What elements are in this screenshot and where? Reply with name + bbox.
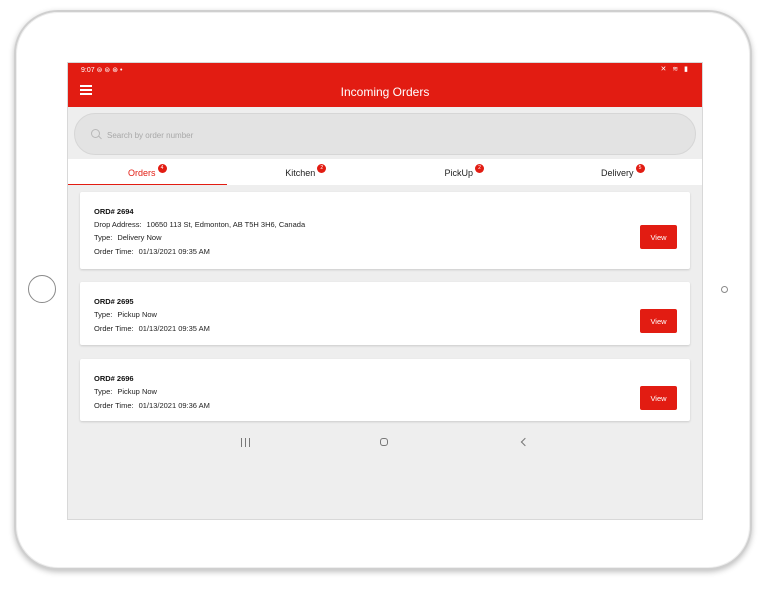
tab-orders[interactable]: Orders 4 xyxy=(68,159,227,185)
order-card: ORD# 2696 Type: Pickup Now Order Time: 01/… xyxy=(80,359,690,421)
search-bar[interactable] xyxy=(74,113,696,155)
field-label: Order Time: xyxy=(94,324,134,333)
app-screen: 9:07 ⊜ ⊜ ⊛ • ✕ ≋ ▮ Incoming Orders Order… xyxy=(67,62,703,520)
android-nav-bar xyxy=(68,435,702,451)
order-time: Order Time: 01/13/2021 09:35 AM xyxy=(94,324,210,333)
field-value: Delivery Now xyxy=(117,233,162,242)
tab-badge: 2 xyxy=(317,164,327,173)
tab-label: PickUp xyxy=(444,168,473,178)
recent-apps-icon[interactable] xyxy=(241,438,250,447)
field-label: Order Time: xyxy=(94,247,134,256)
field-label: Type: xyxy=(94,233,113,242)
tab-delivery[interactable]: Delivery 5 xyxy=(544,159,703,185)
view-order-button[interactable]: View xyxy=(640,309,677,333)
order-number: ORD# 2696 xyxy=(94,374,134,383)
order-drop-address: Drop Address: 10650 113 St, Edmonton, AB … xyxy=(94,220,305,229)
tab-label: Orders xyxy=(127,168,156,178)
back-icon[interactable] xyxy=(520,437,530,447)
order-type: Type: Pickup Now xyxy=(94,310,157,319)
order-type: Type: Delivery Now xyxy=(94,233,162,242)
tab-pickup[interactable]: PickUp 2 xyxy=(385,159,544,185)
order-card: ORD# 2694 Drop Address: 10650 113 St, Edm… xyxy=(80,192,690,269)
tab-badge: 4 xyxy=(157,164,167,173)
tablet-camera xyxy=(721,286,728,293)
app-bar: Incoming Orders xyxy=(68,77,702,107)
order-number: ORD# 2695 xyxy=(94,297,134,306)
home-icon[interactable] xyxy=(380,438,388,446)
field-value: 01/13/2021 09:35 AM xyxy=(138,247,210,256)
status-bar: 9:07 ⊜ ⊜ ⊛ • ✕ ≋ ▮ xyxy=(68,63,702,77)
field-value: Pickup Now xyxy=(117,387,157,396)
order-tabs: Orders 4 Kitchen 2 PickUp 2 Delivery 5 xyxy=(68,159,702,185)
tab-badge: 5 xyxy=(635,164,645,173)
system-icons: ✕ ≋ ▮ xyxy=(660,66,690,73)
field-value: 01/13/2021 09:36 AM xyxy=(138,401,210,410)
field-value: 01/13/2021 09:35 AM xyxy=(138,324,210,333)
order-card: ORD# 2695 Type: Pickup Now Order Time: 01/… xyxy=(80,282,690,345)
status-time-text: 9:07 xyxy=(81,67,95,74)
view-order-button[interactable]: View xyxy=(640,225,677,249)
tablet-home-button[interactable] xyxy=(28,275,56,303)
tab-label: Kitchen xyxy=(285,168,316,178)
search-input[interactable] xyxy=(105,127,669,143)
field-label: Type: xyxy=(94,310,113,319)
search-icon xyxy=(91,129,100,138)
field-value: Pickup Now xyxy=(117,310,157,319)
order-time: Order Time: 01/13/2021 09:36 AM xyxy=(94,401,210,410)
field-label: Order Time: xyxy=(94,401,134,410)
view-order-button[interactable]: View xyxy=(640,386,677,410)
order-type: Type: Pickup Now xyxy=(94,387,157,396)
field-label: Type: xyxy=(94,387,113,396)
page-title: Incoming Orders xyxy=(340,85,430,99)
order-number: ORD# 2694 xyxy=(94,207,134,216)
status-time: 9:07 ⊜ ⊜ ⊛ • xyxy=(81,66,122,74)
tab-kitchen[interactable]: Kitchen 2 xyxy=(227,159,386,185)
field-label: Drop Address: xyxy=(94,220,142,229)
field-value: 10650 113 St, Edmonton, AB T5H 3H6, Cana… xyxy=(146,220,306,229)
notification-icons: ⊜ ⊜ ⊛ • xyxy=(96,67,123,74)
tab-label: Delivery xyxy=(600,168,634,178)
order-time: Order Time: 01/13/2021 09:35 AM xyxy=(94,247,210,256)
tab-badge: 2 xyxy=(475,164,484,173)
